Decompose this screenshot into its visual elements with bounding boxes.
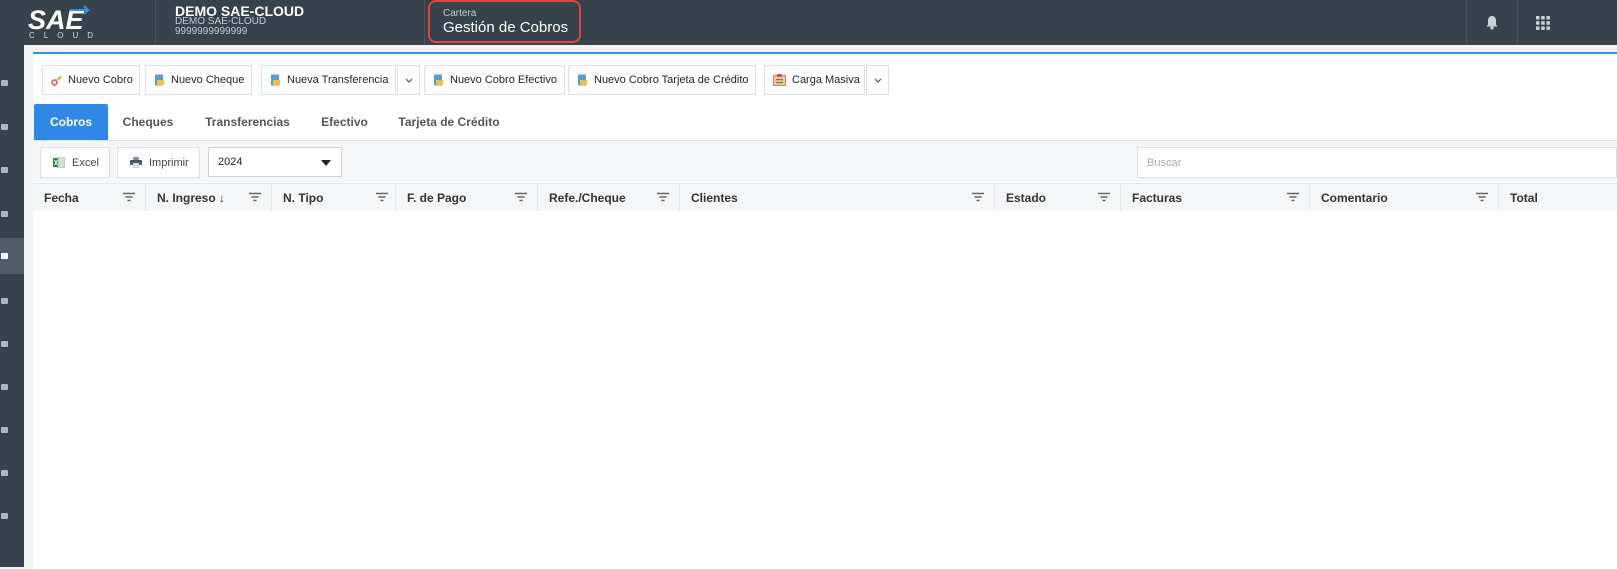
menu-icon — [1, 384, 8, 390]
filter-icon[interactable] — [122, 192, 136, 202]
chevron-down-icon — [874, 78, 881, 83]
filter-icon[interactable] — [656, 192, 670, 202]
sidebar-item-2[interactable] — [0, 109, 24, 145]
column-header-refe-cheque[interactable]: Refe./Cheque — [538, 184, 680, 211]
column-header-clientes[interactable]: Clientes — [680, 184, 995, 211]
tab-bar: Cobros Cheques Transferencias Efectivo T… — [33, 104, 1617, 141]
sidebar-item-9[interactable] — [0, 412, 24, 448]
nuevo-cobro-tarjeta-button[interactable]: Nuevo Cobro Tarjeta de Crédito — [568, 65, 756, 95]
tab-tarjeta-de-credito[interactable]: Tarjeta de Crédito — [389, 104, 509, 140]
menu-icon — [1, 124, 8, 130]
nuevo-cheque-label: Nuevo Cheque — [171, 74, 245, 86]
year-select[interactable]: 2024 — [208, 147, 342, 177]
key-icon — [51, 75, 62, 86]
menu-icon — [1, 341, 8, 347]
tab-cheques[interactable]: Cheques — [113, 104, 183, 140]
year-value: 2024 — [218, 156, 243, 168]
column-header-n-ingreso[interactable]: N. Ingreso ↓ — [146, 184, 272, 211]
left-sidebar — [0, 45, 24, 567]
column-header-n-tipo[interactable]: N. Tipo — [272, 184, 396, 211]
nuevo-cheque-button[interactable]: Nuevo Cheque — [145, 65, 252, 95]
excel-export-button[interactable]: Excel — [40, 147, 110, 178]
document-icon — [434, 74, 443, 86]
tab-efectivo[interactable]: Efectivo — [313, 104, 376, 140]
company-id: 9999999999999 — [175, 26, 248, 37]
nuevo-cobro-label: Nuevo Cobro — [68, 74, 133, 86]
column-header-facturas[interactable]: Facturas — [1121, 184, 1310, 211]
excel-icon — [53, 157, 65, 168]
filter-icon[interactable] — [248, 192, 262, 202]
printer-icon — [130, 157, 142, 168]
main-panel: Nuevo Cobro Nuevo Cheque Nueva Transfere… — [33, 52, 1617, 569]
tab-cobros[interactable]: Cobros — [34, 104, 108, 140]
clipboard-icon — [773, 74, 786, 86]
company-selector[interactable]: DEMO SAE-CLOUD DEMO SAE-CLOUD 9999999999… — [155, 0, 425, 45]
filter-icon[interactable] — [375, 192, 389, 202]
filter-icon[interactable] — [971, 192, 985, 202]
grid-toolbar: Excel Imprimir 2024 Buscar — [33, 141, 1617, 182]
sidebar-item-10[interactable] — [0, 455, 24, 491]
filter-icon[interactable] — [514, 192, 528, 202]
module-name: Cartera — [443, 8, 477, 19]
document-icon — [155, 74, 164, 86]
sidebar-item-7[interactable] — [0, 326, 24, 362]
wallet-icon — [1, 253, 8, 259]
filter-icon[interactable] — [1286, 192, 1300, 202]
sidebar-item-1[interactable] — [0, 65, 24, 101]
column-header-total[interactable]: Total — [1499, 184, 1617, 211]
nuevo-cobro-efectivo-button[interactable]: Nuevo Cobro Efectivo — [424, 65, 565, 95]
nueva-transferencia-button[interactable]: Nueva Transferencia — [261, 65, 396, 95]
sidebar-item-8[interactable] — [0, 369, 24, 405]
print-button[interactable]: Imprimir — [117, 147, 200, 178]
column-header-estado[interactable]: Estado — [995, 184, 1121, 211]
nueva-transferencia-dropdown[interactable] — [397, 65, 420, 95]
chevron-down-icon — [405, 78, 412, 83]
nuevo-cobro-tarjeta-label: Nuevo Cobro Tarjeta de Crédito — [594, 74, 749, 86]
document-icon — [578, 74, 587, 86]
bell-icon — [1486, 16, 1498, 30]
grid-icon — [1536, 15, 1550, 30]
logo-subtitle: CLOUD — [29, 31, 103, 40]
top-bar: SAE CLOUD DEMO SAE-CLOUD DEMO SAE-CLOUD … — [0, 0, 1617, 45]
menu-icon — [1, 298, 8, 304]
table-body — [33, 211, 1617, 569]
tab-transferencias[interactable]: Transferencias — [195, 104, 300, 140]
sidebar-item-cartera[interactable] — [0, 238, 24, 274]
sidebar-item-6[interactable] — [0, 283, 24, 319]
company-subname: DEMO SAE-CLOUD 9999999999999 — [175, 16, 267, 37]
menu-icon — [1, 427, 8, 433]
menu-icon — [1, 167, 8, 173]
search-input[interactable]: Buscar — [1137, 147, 1617, 178]
nueva-transferencia-label: Nueva Transferencia — [287, 74, 389, 86]
caret-down-icon — [321, 160, 331, 166]
document-icon — [271, 74, 280, 86]
menu-icon — [1, 470, 8, 476]
table-header: Fecha N. Ingreso ↓ N. Tipo F. de Pago Re… — [33, 183, 1617, 212]
notifications-button[interactable] — [1466, 0, 1517, 45]
menu-icon — [1, 513, 8, 519]
menu-icon — [1, 80, 8, 86]
sidebar-item-11[interactable] — [0, 498, 24, 534]
filter-icon[interactable] — [1097, 192, 1111, 202]
print-label: Imprimir — [149, 156, 189, 169]
menu-icon — [1, 211, 8, 217]
carga-masiva-label: Carga Masiva — [792, 74, 860, 86]
nuevo-cobro-efectivo-label: Nuevo Cobro Efectivo — [450, 74, 557, 86]
column-header-fecha[interactable]: Fecha — [33, 184, 146, 211]
sidebar-item-4[interactable] — [0, 196, 24, 232]
apps-menu-button[interactable] — [1517, 0, 1568, 45]
filter-icon[interactable] — [1475, 192, 1489, 202]
carga-masiva-dropdown[interactable] — [866, 65, 889, 95]
carga-masiva-button[interactable]: Carga Masiva — [764, 65, 865, 95]
nuevo-cobro-button[interactable]: Nuevo Cobro — [42, 65, 140, 95]
column-header-f-de-pago[interactable]: F. de Pago — [396, 184, 538, 211]
module-title-box: Cartera Gestión de Cobros — [428, 0, 581, 43]
excel-label: Excel — [72, 156, 99, 169]
column-header-comentario[interactable]: Comentario — [1310, 184, 1499, 211]
page-title: Gestión de Cobros — [443, 19, 569, 36]
sidebar-item-3[interactable] — [0, 152, 24, 188]
